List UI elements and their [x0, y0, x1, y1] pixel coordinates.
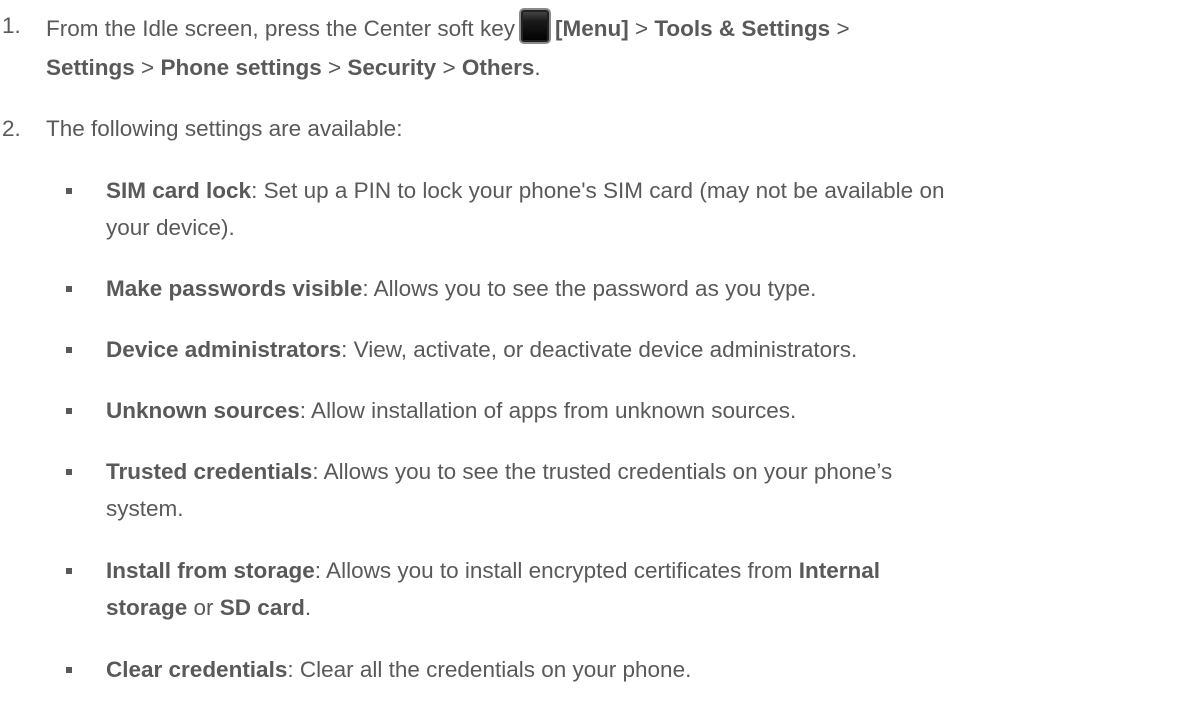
step-number: 1. [2, 13, 21, 38]
document-page: 1. From the Idle screen, press the Cente… [0, 0, 1200, 727]
bullet-icon [66, 568, 72, 574]
bullet-icon [66, 469, 72, 475]
bullet-icon [66, 347, 72, 353]
center-soft-key-icon [518, 8, 551, 44]
step-text: The following settings are available: [46, 116, 403, 141]
bullet-icon [66, 667, 72, 673]
bullet-icon [66, 408, 72, 414]
step-number: 2. [2, 116, 21, 141]
bullet-icon [66, 188, 72, 194]
step-text: From the Idle screen, press the Center s… [46, 8, 850, 47]
bullet-icon [66, 286, 72, 292]
